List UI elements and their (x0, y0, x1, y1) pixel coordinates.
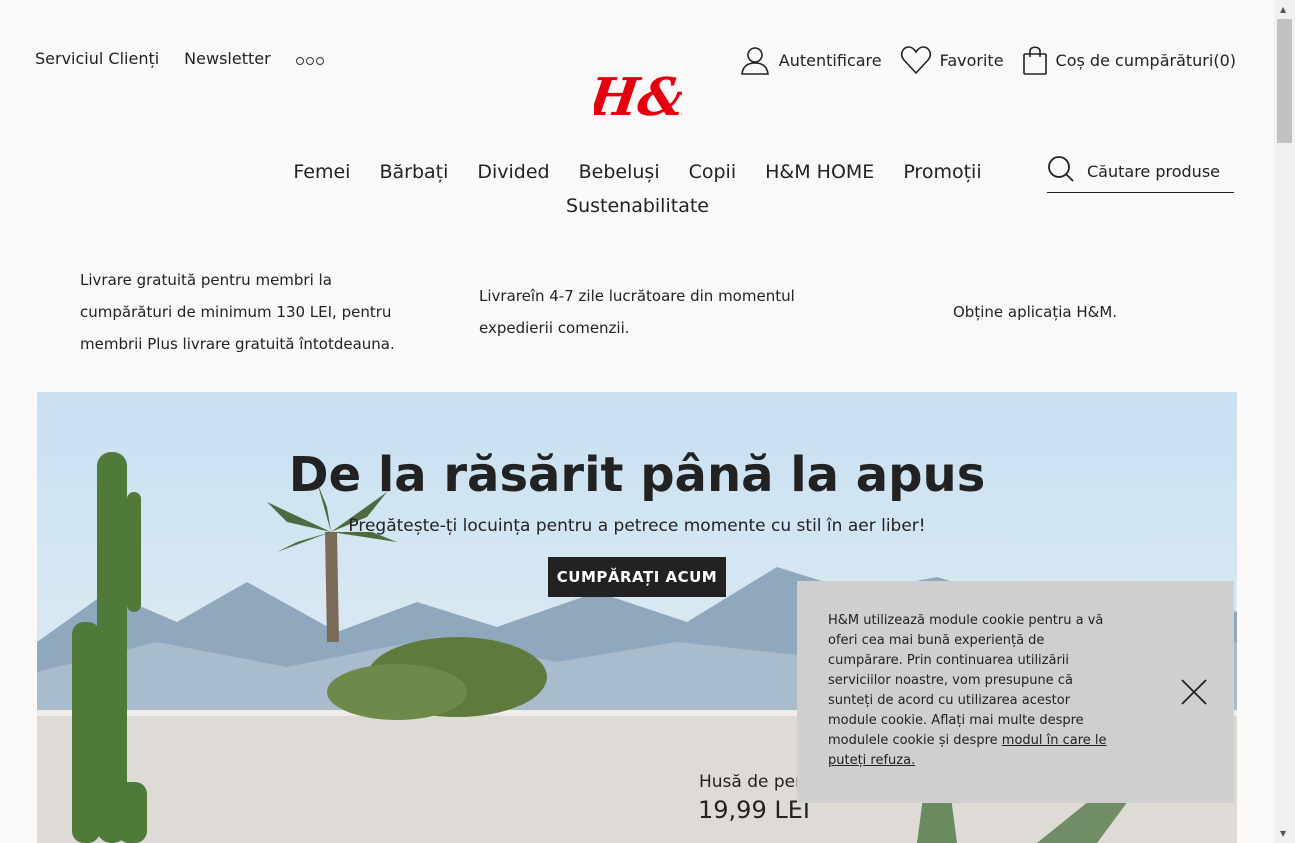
top-links: Serviciul Clienți Newsletter (35, 49, 324, 68)
login-button[interactable]: Autentificare (739, 44, 882, 76)
search-input[interactable] (1085, 160, 1239, 182)
scrollbar[interactable]: ▲ ▼ (1274, 0, 1295, 843)
scroll-down-arrow-icon[interactable]: ▼ (1280, 829, 1286, 838)
app-download-link[interactable]: Obține aplicația H&M. (953, 296, 1117, 328)
free-delivery-info: Livrare gratuită pentru membri la cumpăr… (80, 271, 395, 353)
product-name[interactable]: Husă de per (699, 772, 802, 792)
svg-text:H&M: H&M (594, 67, 682, 127)
customer-service-link[interactable]: Serviciul Clienți (35, 49, 159, 68)
shopping-bag-icon (1022, 44, 1048, 76)
cookie-text-block: H&M utilizează module cookie pentru a vă… (828, 611, 1113, 771)
delivery-time-info: Livrareîn 4-7 zile lucrătoare din moment… (479, 287, 795, 337)
cookie-notice: H&M utilizează module cookie pentru a vă… (797, 581, 1234, 803)
scrollbar-thumb[interactable] (1277, 19, 1292, 143)
cart-label: Coș de cumpărături (1055, 50, 1214, 70)
hero-subtitle: Pregătește-ți locuința pentru a petrece … (348, 516, 926, 536)
close-icon[interactable] (1179, 677, 1209, 707)
heart-icon (900, 45, 932, 75)
account-bar: Autentificare Favorite Coș de cumpărătur… (739, 44, 1236, 76)
nav-item-promotii[interactable]: Promoții (903, 155, 981, 189)
nav-item-copii[interactable]: Copii (689, 155, 737, 189)
favorites-label: Favorite (939, 50, 1004, 70)
more-options-icon[interactable] (295, 53, 324, 68)
favorites-button[interactable]: Favorite (900, 45, 1004, 75)
product-price: 19,99 LEI (698, 796, 810, 824)
main-nav: Femei Bărbați Divided Bebeluși Copii H&M… (270, 155, 1005, 223)
hm-logo[interactable]: H&M (583, 63, 749, 128)
nav-item-bebelusi[interactable]: Bebeluși (579, 155, 660, 189)
hero-title: De la răsărit până la apus (288, 447, 986, 503)
newsletter-link[interactable]: Newsletter (184, 49, 271, 68)
cart-button[interactable]: Coș de cumpărături(0) (1022, 44, 1236, 76)
nav-item-hm-home[interactable]: H&M HOME (765, 155, 874, 189)
search-icon[interactable] (1047, 155, 1075, 187)
user-icon (739, 44, 771, 76)
nav-item-sustenabilitate[interactable]: Sustenabilitate (566, 189, 709, 223)
login-label: Autentificare (778, 50, 882, 70)
nav-item-divided[interactable]: Divided (477, 155, 549, 189)
cookie-text: H&M utilizează module cookie pentru a vă… (828, 613, 1104, 748)
nav-item-femei[interactable]: Femei (293, 155, 350, 189)
scroll-up-arrow-icon[interactable]: ▲ (1280, 5, 1286, 14)
cart-count: (0) (1213, 50, 1236, 70)
shop-now-button[interactable]: CUMPĂRAȚI ACUM (548, 557, 726, 597)
search-bar (1047, 150, 1239, 193)
nav-item-barbati[interactable]: Bărbați (379, 155, 448, 189)
